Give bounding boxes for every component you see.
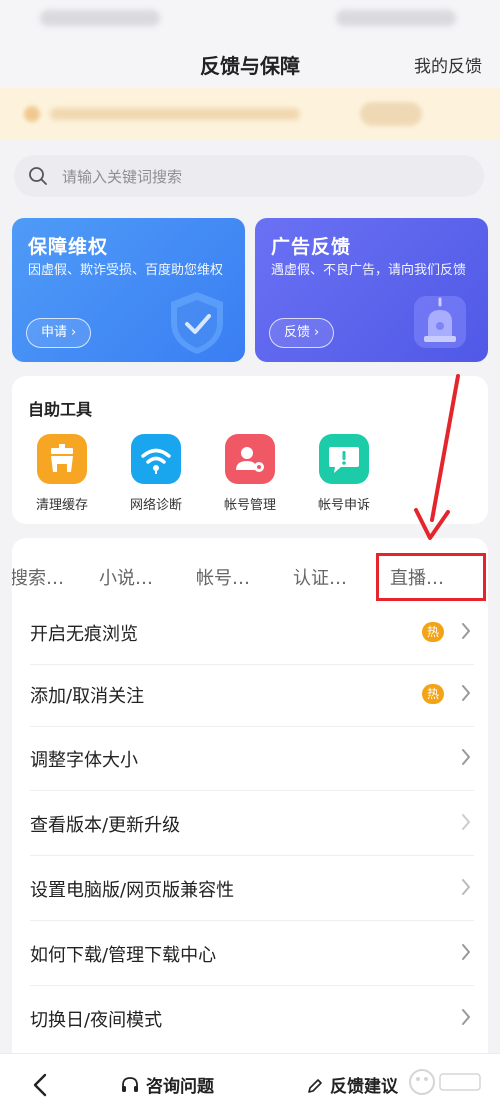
feedback-label: 反馈建议 <box>330 1077 398 1097</box>
tool-network-diagnosis[interactable]: 网络诊断 <box>111 434 201 513</box>
faq-label: 切换日/夜间模式 <box>30 1010 163 1031</box>
card-description: 因虚假、欺诈受损、百度助您维权 <box>28 263 224 278</box>
consult-label: 咨询问题 <box>146 1077 214 1097</box>
chevron-right-icon <box>462 749 470 765</box>
ad-feedback-card[interactable]: 广告反馈 遇虚假、不良广告，请向我们反馈 反馈 › <box>255 218 488 362</box>
message-alert-icon <box>319 434 369 484</box>
watermark-logo <box>409 1069 481 1095</box>
card-title: 保障维权 <box>28 236 109 258</box>
faq-label: 调整字体大小 <box>30 750 138 771</box>
clean-cache-icon <box>37 434 87 484</box>
carrier-indicator <box>40 10 160 26</box>
section-title: 自助工具 <box>28 400 93 419</box>
chevron-right-icon <box>462 879 470 895</box>
tool-clean-cache[interactable]: 清理缓存 <box>17 434 107 513</box>
consult-button[interactable]: 咨询问题 <box>120 1072 214 1097</box>
wifi-icon <box>131 434 181 484</box>
faq-label: 如何下载/管理下载中心 <box>30 945 217 966</box>
system-indicators <box>336 10 456 26</box>
status-bar <box>0 0 500 38</box>
feedback-suggestion-button[interactable]: 反馈建议 <box>306 1072 398 1097</box>
chevron-right-icon <box>462 1009 470 1025</box>
notice-icon <box>24 106 40 122</box>
faq-item[interactable]: 切换日/夜间模式 <box>12 986 488 1051</box>
alarm-light-icon <box>414 296 466 348</box>
notice-text <box>50 108 300 120</box>
chevron-right-icon <box>462 685 470 701</box>
tool-label: 帐号申诉 <box>317 498 370 513</box>
tab-certification[interactable]: 认证… <box>293 564 347 590</box>
faq-panel: 搜索… 小说… 帐号… 认证… 直播… 开启无痕浏览 热 添加/取消关注 热 调… <box>12 538 488 1058</box>
faq-item[interactable]: 开启无痕浏览 热 <box>12 600 488 665</box>
tab-novel[interactable]: 小说… <box>99 564 153 590</box>
chevron-right-icon <box>462 623 470 639</box>
faq-label: 开启无痕浏览 <box>30 624 138 645</box>
apply-button[interactable]: 申请 › <box>26 318 92 348</box>
button-label: 申请 <box>41 325 68 340</box>
notice-button[interactable] <box>360 102 422 126</box>
chevron-right-icon <box>462 814 470 830</box>
notice-banner[interactable] <box>0 88 500 140</box>
tool-label: 清理缓存 <box>35 498 88 513</box>
tab-account[interactable]: 帐号… <box>196 564 250 590</box>
pencil-icon <box>308 1079 322 1093</box>
chevron-right-icon: › <box>314 325 320 340</box>
tab-search[interactable]: 搜索… <box>12 564 64 590</box>
tool-label: 帐号管理 <box>223 498 276 513</box>
hot-badge: 热 <box>422 684 444 704</box>
faq-label: 添加/取消关注 <box>30 686 145 707</box>
user-settings-icon <box>225 434 275 484</box>
my-feedback-link[interactable]: 我的反馈 <box>414 52 482 77</box>
faq-item[interactable]: 查看版本/更新升级 <box>12 791 488 856</box>
faq-item[interactable]: 调整字体大小 <box>12 726 488 791</box>
back-arrow-icon[interactable] <box>30 1072 50 1098</box>
faq-label: 设置电脑版/网页版兼容性 <box>30 880 235 901</box>
tool-label: 网络诊断 <box>129 498 182 513</box>
protection-card[interactable]: 保障维权 因虚假、欺诈受损、百度助您维权 申请 › <box>12 218 245 362</box>
faq-label: 查看版本/更新升级 <box>30 815 181 836</box>
app-header: 反馈与保障 我的反馈 <box>0 38 500 88</box>
chevron-right-icon <box>462 944 470 960</box>
headset-icon <box>122 1077 138 1092</box>
faq-item[interactable]: 添加/取消关注 热 <box>12 662 488 727</box>
search-input[interactable] <box>60 155 464 199</box>
card-title: 广告反馈 <box>271 236 352 258</box>
button-label: 反馈 <box>284 325 311 340</box>
tool-account-appeal[interactable]: 帐号申诉 <box>299 434 389 513</box>
annotation-highlight-box <box>376 553 486 601</box>
search-bar[interactable] <box>14 155 484 199</box>
hot-badge: 热 <box>422 622 444 642</box>
card-description: 遇虚假、不良广告，请向我们反馈 <box>271 263 467 278</box>
tool-account-management[interactable]: 帐号管理 <box>205 434 295 513</box>
feedback-button[interactable]: 反馈 › <box>269 318 335 348</box>
faq-item[interactable]: 设置电脑版/网页版兼容性 <box>12 856 488 921</box>
faq-item[interactable]: 如何下载/管理下载中心 <box>12 921 488 986</box>
annotation-arrow <box>414 374 460 540</box>
search-icon <box>29 167 47 185</box>
bottom-action-bar: 咨询问题 反馈建议 <box>0 1053 500 1112</box>
shield-check-icon <box>171 292 223 354</box>
chevron-right-icon: › <box>71 325 77 340</box>
